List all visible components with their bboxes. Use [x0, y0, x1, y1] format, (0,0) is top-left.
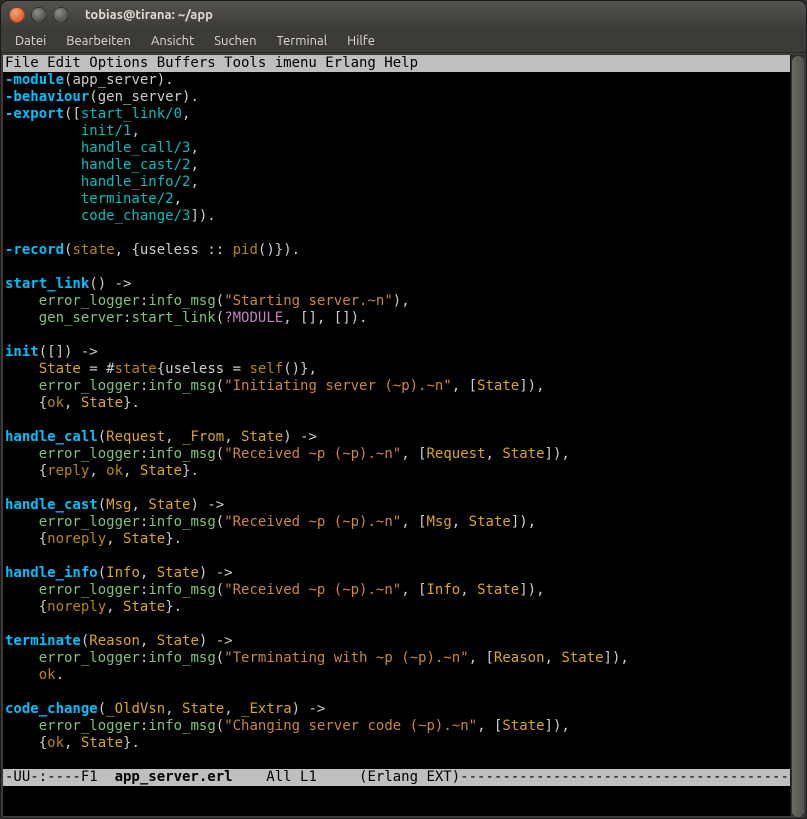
menu-suchen[interactable]: Suchen	[206, 32, 264, 50]
code-line: start_link() ->	[5, 276, 788, 293]
code-line	[5, 752, 788, 769]
app-menubar: Datei Bearbeiten Ansicht Suchen Terminal…	[1, 29, 806, 53]
menu-datei[interactable]: Datei	[7, 32, 54, 50]
code-line: State = #state{useless = self()},	[5, 361, 788, 378]
code-line	[5, 480, 788, 497]
modeline-fill: ----------------------------------------	[460, 769, 790, 785]
code-line	[5, 327, 788, 344]
code-line: handle_info(Info, State) ->	[5, 565, 788, 582]
emacs-modeline: -UU-:----F1 app_server.erl All L1 (Erlan…	[3, 769, 790, 786]
code-line: error_logger:info_msg("Terminating with …	[5, 650, 788, 667]
code-line: handle_info/2,	[5, 174, 788, 191]
titlebar[interactable]: tobias@tirana: ~/app	[1, 1, 806, 29]
code-line: ok.	[5, 667, 788, 684]
code-line: code_change/3]).	[5, 208, 788, 225]
code-line: -record(state, {useless :: pid()}).	[5, 242, 788, 259]
code-line: init([]) ->	[5, 344, 788, 361]
modeline-prefix: -UU-:----F1	[5, 769, 115, 785]
code-line: handle_cast(Msg, State) ->	[5, 497, 788, 514]
scrollbar[interactable]	[790, 55, 804, 816]
code-line: error_logger:info_msg("Initiating server…	[5, 378, 788, 395]
code-line: {reply, ok, State}.	[5, 463, 788, 480]
menu-ansicht[interactable]: Ansicht	[143, 32, 202, 50]
code-line: error_logger:info_msg("Received ~p (~p).…	[5, 582, 788, 599]
code-line	[5, 616, 788, 633]
code-line	[5, 412, 788, 429]
emacs-minibuffer[interactable]	[3, 786, 790, 803]
code-line: handle_call(Request, _From, State) ->	[5, 429, 788, 446]
modeline-position: All L1 (Erlang EXT)	[233, 769, 461, 785]
code-line	[5, 548, 788, 565]
emacs-menubar[interactable]: File Edit Options Buffers Tools imenu Er…	[3, 55, 790, 72]
menu-terminal[interactable]: Terminal	[269, 32, 336, 50]
code-line: code_change(_OldVsn, State, _Extra) ->	[5, 701, 788, 718]
menu-hilfe[interactable]: Hilfe	[339, 32, 383, 50]
code-line	[5, 225, 788, 242]
window-title: tobias@tirana: ~/app	[85, 8, 213, 22]
code-line: {noreply, State}.	[5, 599, 788, 616]
code-line: error_logger:info_msg("Changing server c…	[5, 718, 788, 735]
code-line	[5, 684, 788, 701]
terminal-window: tobias@tirana: ~/app Datei Bearbeiten An…	[0, 0, 807, 819]
menu-bearbeiten[interactable]: Bearbeiten	[58, 32, 139, 50]
code-line: terminate(Reason, State) ->	[5, 633, 788, 650]
code-line: -module(app_server).	[5, 72, 788, 89]
terminal-content[interactable]: File Edit Options Buffers Tools imenu Er…	[3, 55, 790, 816]
terminal-area: File Edit Options Buffers Tools imenu Er…	[3, 55, 804, 816]
code-line: gen_server:start_link(?MODULE, [], []).	[5, 310, 788, 327]
code-line: handle_call/3,	[5, 140, 788, 157]
code-line: error_logger:info_msg("Received ~p (~p).…	[5, 446, 788, 463]
code-line: init/1,	[5, 123, 788, 140]
code-line: {ok, State}.	[5, 395, 788, 412]
code-line: error_logger:info_msg("Starting server.~…	[5, 293, 788, 310]
code-line: handle_cast/2,	[5, 157, 788, 174]
close-icon[interactable]	[9, 7, 25, 23]
code-line: -export([start_link/0,	[5, 106, 788, 123]
minimize-icon[interactable]	[31, 7, 47, 23]
maximize-icon[interactable]	[53, 7, 69, 23]
code-line: {ok, State}.	[5, 735, 788, 752]
code-line: terminate/2,	[5, 191, 788, 208]
code-line: {noreply, State}.	[5, 531, 788, 548]
code-buffer[interactable]: -module(app_server).-behaviour(gen_serve…	[3, 72, 790, 769]
code-line: error_logger:info_msg("Received ~p (~p).…	[5, 514, 788, 531]
code-line: -behaviour(gen_server).	[5, 89, 788, 106]
scrollbar-thumb[interactable]	[792, 56, 804, 817]
code-line	[5, 259, 788, 276]
modeline-buffer: app_server.erl	[115, 769, 233, 785]
